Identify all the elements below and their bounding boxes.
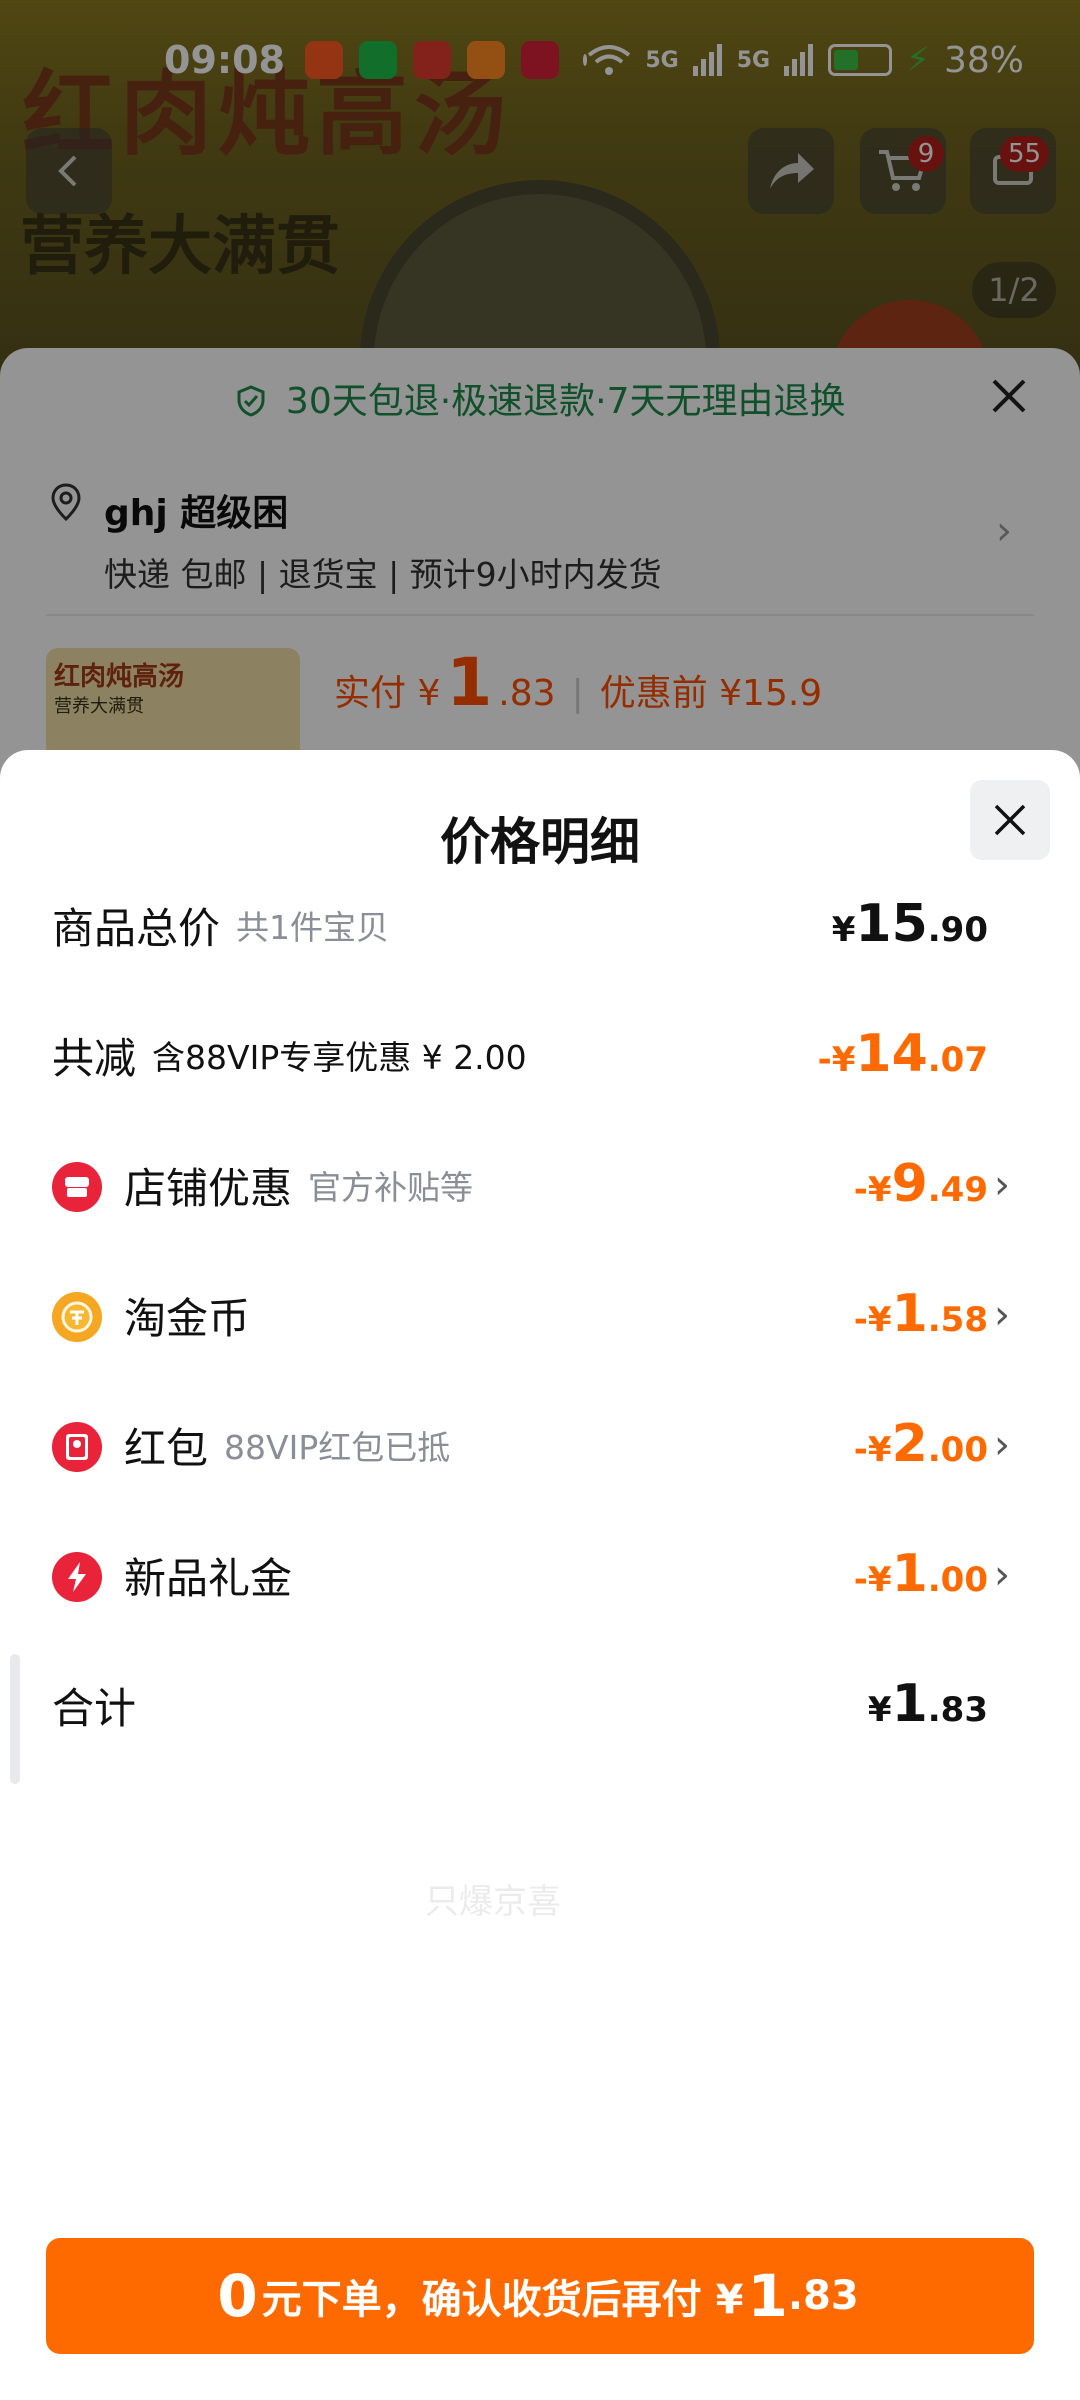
row-amount: -¥ 1 .58 <box>854 1270 988 1360</box>
row-amount: -¥ 9 .49 <box>854 1140 988 1230</box>
row-goods-total: 商品总价 共1件宝贝 ¥ 15 .90 <box>0 880 1080 970</box>
order-zero: 0 <box>217 2262 258 2330</box>
price-detail-sheet: 价格明细 商品总价 共1件宝贝 ¥ 15 .90 共减 含88VIP专享优惠 ¥… <box>0 750 1080 2400</box>
amount-dec: .00 <box>927 1560 988 1600</box>
amount-symbol: -¥ <box>853 1430 892 1470</box>
order-amount-dec: .83 <box>787 2273 859 2319</box>
amount-dec: .83 <box>927 1690 988 1730</box>
row-label: 红包 <box>124 1423 209 1473</box>
amount-int: 2 <box>891 1414 928 1474</box>
red-packet-icon <box>52 1422 102 1472</box>
row-label: 淘金币 <box>124 1293 251 1343</box>
order-amount-int: 1 <box>747 2262 788 2330</box>
row-label: 新品礼金 <box>124 1553 293 1603</box>
row-total-reduction: 共减 含88VIP专享优惠 ¥ 2.00 -¥ 14 .07 <box>0 1010 1080 1100</box>
row-amount: -¥ 1 .00 <box>854 1530 988 1620</box>
row-sub: 88VIP红包已抵 <box>224 1428 451 1467</box>
amount-dec: .90 <box>927 910 988 950</box>
row-shop-discount[interactable]: 店铺优惠 官方补贴等 -¥ 9 .49 › <box>0 1140 1080 1230</box>
close-button[interactable] <box>970 780 1050 860</box>
close-icon <box>994 804 1026 836</box>
chevron-right-icon[interactable]: › <box>994 1422 1010 1468</box>
row-label: 合计 <box>52 1683 137 1733</box>
row-red-packet[interactable]: 红包 88VIP红包已抵 -¥ 2 .00 › <box>0 1400 1080 1490</box>
row-amount: -¥ 14 .07 <box>818 1010 988 1100</box>
amount-dec: .07 <box>927 1040 988 1080</box>
row-label: 共减 <box>52 1033 137 1083</box>
row-sub: 共1件宝贝 <box>236 908 390 947</box>
amount-dec: .00 <box>927 1430 988 1470</box>
row-label: 店铺优惠 <box>124 1163 293 1213</box>
amount-dec: .58 <box>927 1300 988 1340</box>
amount-symbol: -¥ <box>853 1170 892 1210</box>
place-order-button[interactable]: 0 元下单，确认收货后再付 ¥ 1 .83 <box>46 2238 1034 2354</box>
amount-symbol: -¥ <box>817 1040 856 1080</box>
amount-dec: .49 <box>927 1170 988 1210</box>
amount-symbol: -¥ <box>853 1560 892 1600</box>
row-sub: 官方补贴等 <box>308 1168 474 1207</box>
order-text: 元下单，确认收货后再付 ¥ <box>261 2277 744 2323</box>
scrollbar[interactable] <box>10 1654 20 1784</box>
amount-int: 1 <box>891 1284 928 1344</box>
amount-int: 14 <box>855 1024 928 1084</box>
chevron-right-icon[interactable]: › <box>994 1552 1010 1598</box>
row-sub: 含88VIP专享优惠 ¥ 2.00 <box>152 1038 527 1077</box>
chevron-right-icon[interactable]: › <box>994 1292 1010 1338</box>
row-new-product-gift[interactable]: 新品礼金 -¥ 1 .00 › <box>0 1530 1080 1620</box>
row-sum: 合计 ¥ 1 .83 <box>0 1660 1080 1750</box>
shop-icon <box>52 1162 102 1212</box>
amount-symbol: ¥ <box>831 910 856 950</box>
sheet-title: 价格明细 <box>440 813 640 871</box>
watermark: 只爆京喜 <box>425 1882 561 1922</box>
row-taojinbi[interactable]: 淘金币 -¥ 1 .58 › <box>0 1270 1080 1360</box>
amount-int: 1 <box>891 1674 928 1734</box>
amount-symbol: ¥ <box>867 1690 892 1730</box>
row-amount: -¥ 2 .00 <box>854 1400 988 1490</box>
lightning-icon <box>52 1552 102 1602</box>
row-label: 商品总价 <box>52 903 221 953</box>
amount-int: 1 <box>891 1544 928 1604</box>
amount-int: 9 <box>891 1154 928 1214</box>
row-amount: ¥ 15 .90 <box>832 880 988 970</box>
chevron-right-icon[interactable]: › <box>994 1162 1010 1208</box>
row-amount: ¥ 1 .83 <box>868 1660 988 1750</box>
coin-icon <box>52 1292 102 1342</box>
amount-symbol: -¥ <box>853 1300 892 1340</box>
amount-int: 15 <box>855 894 928 954</box>
